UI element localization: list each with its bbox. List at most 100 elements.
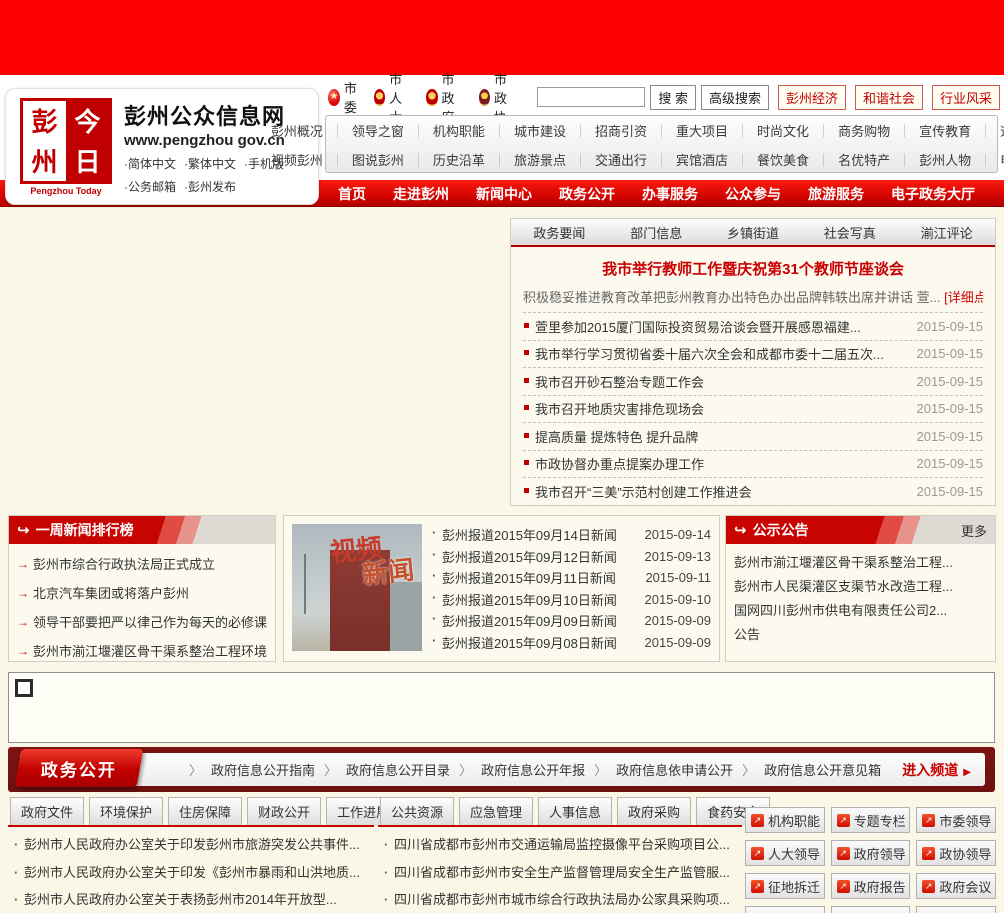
news-tab[interactable]: 湔江评论 <box>921 223 973 242</box>
bottom-tab[interactable]: 政府采购 <box>617 797 692 825</box>
zwgk-link[interactable]: 政府信息公开目录 <box>315 760 450 779</box>
subnav-link[interactable]: 时尚文化 <box>728 121 809 140</box>
bottom-tab[interactable]: 政府文件 <box>10 797 85 825</box>
quick-link-button[interactable]: ↗ 政府领导 <box>830 840 911 866</box>
video-news-item[interactable]: 彭州报道2015年09月10日新闻 2015-09-10 <box>432 589 711 610</box>
quick-link-button[interactable]: ↗ 政协领导 <box>916 840 996 866</box>
news-list-item[interactable]: 我市召开地质灾害排危现场会 2015-09-15 <box>523 396 983 423</box>
subnav-link[interactable]: 述责述廉 <box>971 121 1004 140</box>
news-tab[interactable]: 乡镇街道 <box>727 223 779 242</box>
ranking-list-item[interactable]: 领导干部要把严以律己作为每天的必修课 <box>17 608 267 637</box>
main-nav-item[interactable]: 旅游服务 <box>808 184 864 204</box>
bottom-tab[interactable]: 人事信息 <box>538 797 613 825</box>
ranking-list-item[interactable]: 北京汽车集团或将落户彭州 <box>17 579 267 608</box>
news-tab[interactable]: 社会写真 <box>824 223 876 242</box>
language-link[interactable]: ·简体中文 <box>124 157 176 171</box>
news-list-item[interactable]: 我市举行学习贯彻省委十届六次全会和成都市委十二届五次... 2015-09-15 <box>523 341 983 368</box>
quick-link-button[interactable]: ↗ 机构职能 <box>745 807 825 833</box>
zwgk-link[interactable]: 政府信息公开年报 <box>450 760 585 779</box>
quick-link-button[interactable]: ↗ 政府报告 <box>830 873 911 899</box>
main-nav-item[interactable]: 电子政务大厅 <box>891 184 975 204</box>
quick-link-button[interactable]: ↗ 专题专栏 <box>830 807 911 833</box>
quick-link-button[interactable]: ↗ 人大领导 <box>745 840 825 866</box>
main-nav-item[interactable]: 办事服务 <box>642 184 698 204</box>
ranking-list-item[interactable]: 彭州市综合行政执法局正式成立 <box>17 550 267 579</box>
main-nav-item[interactable]: 首页 <box>338 184 366 204</box>
quick-link-button[interactable]: ↗ 统计数据 <box>830 906 911 913</box>
subnav-link[interactable]: 交通出行 <box>566 150 647 169</box>
subnav-link[interactable]: 历史沿革 <box>404 150 485 169</box>
subnav-link[interactable]: 机构职能 <box>404 121 485 140</box>
notice-list-item[interactable]: 国网四川彭州市供电有限责任公司2... <box>734 599 987 623</box>
procurement-list-item[interactable]: 四川省成都市彭州市安全生产监督管理局安全生产监管服... <box>382 859 738 887</box>
subnav-link[interactable]: 旅游景点 <box>485 150 566 169</box>
subnav-link[interactable]: 视频彭州 <box>271 150 323 169</box>
subnav-link[interactable]: 电子刊物 <box>971 150 1004 169</box>
language-link[interactable]: ·繁体中文 <box>184 157 236 171</box>
gov-link-shiwei[interactable]: ★ 市委 <box>328 78 362 116</box>
quick-link-button[interactable]: ↗ 发展规划 <box>745 906 825 913</box>
service-link[interactable]: ·彭州发布 <box>184 180 236 194</box>
service-link[interactable]: ·公务邮箱 <box>124 180 176 194</box>
subnav-link[interactable]: 商务购物 <box>809 121 890 140</box>
subnav-link[interactable]: 餐饮美食 <box>728 150 809 169</box>
document-list-item[interactable]: 彭州市人民政府办公室关于表扬彭州市2014年开放型... <box>12 886 370 913</box>
procurement-list-item[interactable]: 四川省成都市彭州市城市综合行政执法局办公家具采购项... <box>382 886 738 913</box>
quick-link-button[interactable]: ↗ 市委领导 <box>916 807 996 833</box>
subnav-link[interactable]: 宾馆酒店 <box>647 150 728 169</box>
bottom-tab[interactable]: 应急管理 <box>459 797 534 825</box>
main-nav-item[interactable]: 政务公开 <box>559 184 615 204</box>
video-news-item[interactable]: 彭州报道2015年09月14日新闻 2015-09-14 <box>432 524 711 545</box>
notice-list-item[interactable]: 彭州市人民渠灌区支渠节水改造工程... <box>734 575 987 599</box>
subnav-link[interactable]: 图说彭州 <box>323 150 404 169</box>
video-news-thumbnail[interactable]: 视频 新闻 <box>292 524 422 651</box>
detail-link[interactable]: [详细点击] <box>944 290 983 305</box>
notice-list-item[interactable]: 公告 <box>734 623 987 647</box>
subnav-link[interactable]: 城市建设 <box>485 121 566 140</box>
main-nav-item[interactable]: 公众参与 <box>725 184 781 204</box>
site-logo[interactable]: 彭 今 州 日 Pengzhou Today <box>20 97 112 196</box>
news-tab[interactable]: 部门信息 <box>630 223 682 242</box>
subnav-link[interactable]: 领导之窗 <box>323 121 404 140</box>
document-list-item[interactable]: 彭州市人民政府办公室关于印发彭州市旅游突发公共事件... <box>12 831 370 859</box>
video-news-item[interactable]: 彭州报道2015年09月11日新闻 2015-09-11 <box>432 567 711 588</box>
bottom-tab[interactable]: 住房保障 <box>168 797 243 825</box>
document-list-item[interactable]: 彭州市人民政府办公室关于印发《彭州市暴雨和山洪地质... <box>12 859 370 887</box>
news-tab[interactable]: 政务要闻 <box>533 223 585 242</box>
zwgk-link[interactable]: 政府信息依申请公开 <box>585 760 733 779</box>
quick-link-button[interactable]: ↗ 计划总结 <box>916 906 996 913</box>
procurement-list-item[interactable]: 四川省成都市彭州市交通运输局监控摄像平台采购项目公... <box>382 831 738 859</box>
news-list-item[interactable]: 我市召开“三美”示范村创建工作推进会 2015-09-15 <box>523 478 983 506</box>
enter-channel-link[interactable]: 进入频道 <box>902 760 971 780</box>
main-nav-item[interactable]: 走进彭州 <box>393 184 449 204</box>
topic-link-industry[interactable]: 行业风采 <box>932 84 1001 110</box>
video-news-item[interactable]: 彭州报道2015年09月08日新闻 2015-09-09 <box>432 632 711 653</box>
search-button[interactable]: 搜 索 <box>650 84 696 110</box>
notices-more-link[interactable]: 更多 <box>961 521 987 540</box>
news-list-item[interactable]: 市政协督办重点提案办理工作 2015-09-15 <box>523 451 983 478</box>
topic-link-economy[interactable]: 彭州经济 <box>777 84 846 110</box>
subnav-link[interactable]: 名优特产 <box>809 150 890 169</box>
video-news-item[interactable]: 彭州报道2015年09月09日新闻 2015-09-09 <box>432 610 711 631</box>
video-news-item[interactable]: 彭州报道2015年09月12日新闻 2015-09-13 <box>432 546 711 567</box>
quick-link-button[interactable]: ↗ 征地拆迁 <box>745 873 825 899</box>
subnav-link[interactable]: 重大项目 <box>647 121 728 140</box>
headline-link[interactable]: 我市举行教师工作暨庆祝第31个教师节座谈会 <box>511 258 995 279</box>
main-nav-item[interactable]: 新闻中心 <box>476 184 532 204</box>
subnav-link[interactable]: 彭州人物 <box>890 150 971 169</box>
topic-link-society[interactable]: 和谐社会 <box>854 84 923 110</box>
zwgk-link[interactable]: 政府信息公开指南 <box>180 760 315 779</box>
news-list-item[interactable]: 萱里参加2015厦门国际投资贸易洽谈会暨开展感恩福建... 2015-09-15 <box>523 313 983 341</box>
search-input[interactable] <box>537 87 646 107</box>
news-list-item[interactable]: 提高质量 提炼特色 提升品牌 2015-09-15 <box>523 423 983 451</box>
top-ad-banner[interactable] <box>0 0 1004 75</box>
zwgk-title-button[interactable]: 政务公开 <box>14 749 144 787</box>
ranking-list-item[interactable]: 彭州市湔江堰灌区骨干渠系整治工程环境... <box>17 637 267 666</box>
subnav-link[interactable]: 招商引资 <box>566 121 647 140</box>
notice-list-item[interactable]: 彭州市湔江堰灌区骨干渠系整治工程... <box>734 551 987 575</box>
bottom-tab[interactable]: 环境保护 <box>89 797 164 825</box>
subnav-link[interactable]: 彭州概况 <box>271 121 323 140</box>
quick-link-button[interactable]: ↗ 政府会议 <box>916 873 996 899</box>
zwgk-link[interactable]: 政府信息公开意见箱 <box>733 760 881 779</box>
advanced-search-button[interactable]: 高级搜索 <box>700 84 769 110</box>
